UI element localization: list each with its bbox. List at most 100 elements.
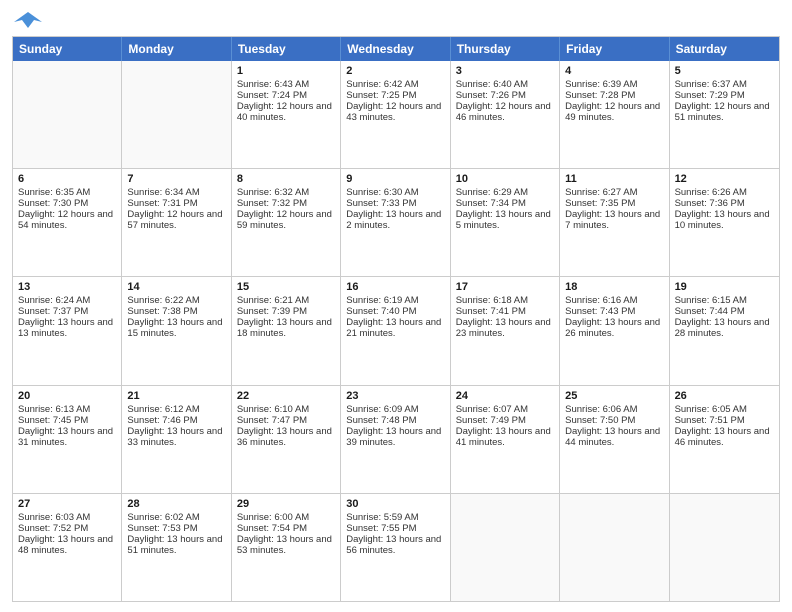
sunset-text: Sunset: 7:34 PM (456, 198, 526, 209)
calendar-cell: 30 Sunrise: 5:59 AM Sunset: 7:55 PM Dayl… (341, 494, 450, 601)
daylight-text: Daylight: 12 hours and 54 minutes. (18, 209, 113, 231)
sunrise-text: Sunrise: 6:03 AM (18, 512, 90, 523)
day-number: 13 (18, 281, 116, 293)
calendar-cell: 9 Sunrise: 6:30 AM Sunset: 7:33 PM Dayli… (341, 169, 450, 276)
sunrise-text: Sunrise: 6:21 AM (237, 295, 309, 306)
calendar-cell: 18 Sunrise: 6:16 AM Sunset: 7:43 PM Dayl… (560, 277, 669, 384)
sunset-text: Sunset: 7:33 PM (346, 198, 416, 209)
sunset-text: Sunset: 7:38 PM (127, 306, 197, 317)
sunrise-text: Sunrise: 5:59 AM (346, 512, 418, 523)
daylight-text: Daylight: 13 hours and 15 minutes. (127, 317, 222, 339)
day-number: 8 (237, 173, 335, 185)
day-number: 28 (127, 498, 225, 510)
sunrise-text: Sunrise: 6:13 AM (18, 404, 90, 415)
calendar-cell: 23 Sunrise: 6:09 AM Sunset: 7:48 PM Dayl… (341, 386, 450, 493)
calendar-header: SundayMondayTuesdayWednesdayThursdayFrid… (13, 37, 779, 61)
day-number: 29 (237, 498, 335, 510)
logo-bird-icon (14, 10, 42, 32)
sunrise-text: Sunrise: 6:19 AM (346, 295, 418, 306)
sunset-text: Sunset: 7:46 PM (127, 415, 197, 426)
sunset-text: Sunset: 7:50 PM (565, 415, 635, 426)
daylight-text: Daylight: 13 hours and 26 minutes. (565, 317, 660, 339)
sunrise-text: Sunrise: 6:07 AM (456, 404, 528, 415)
sunrise-text: Sunrise: 6:43 AM (237, 79, 309, 90)
calendar-cell: 29 Sunrise: 6:00 AM Sunset: 7:54 PM Dayl… (232, 494, 341, 601)
sunset-text: Sunset: 7:37 PM (18, 306, 88, 317)
sunrise-text: Sunrise: 6:05 AM (675, 404, 747, 415)
day-number: 18 (565, 281, 663, 293)
calendar-cell: 25 Sunrise: 6:06 AM Sunset: 7:50 PM Dayl… (560, 386, 669, 493)
daylight-text: Daylight: 13 hours and 2 minutes. (346, 209, 441, 231)
calendar-cell: 12 Sunrise: 6:26 AM Sunset: 7:36 PM Dayl… (670, 169, 779, 276)
sunrise-text: Sunrise: 6:24 AM (18, 295, 90, 306)
sunrise-text: Sunrise: 6:40 AM (456, 79, 528, 90)
daylight-text: Daylight: 13 hours and 33 minutes. (127, 426, 222, 448)
calendar-row: 27 Sunrise: 6:03 AM Sunset: 7:52 PM Dayl… (13, 493, 779, 601)
day-number: 27 (18, 498, 116, 510)
sunset-text: Sunset: 7:45 PM (18, 415, 88, 426)
sunset-text: Sunset: 7:44 PM (675, 306, 745, 317)
daylight-text: Daylight: 13 hours and 53 minutes. (237, 534, 332, 556)
day-number: 26 (675, 390, 774, 402)
calendar-row: 13 Sunrise: 6:24 AM Sunset: 7:37 PM Dayl… (13, 276, 779, 384)
daylight-text: Daylight: 12 hours and 59 minutes. (237, 209, 332, 231)
sunset-text: Sunset: 7:25 PM (346, 90, 416, 101)
sunrise-text: Sunrise: 6:16 AM (565, 295, 637, 306)
calendar-cell: 6 Sunrise: 6:35 AM Sunset: 7:30 PM Dayli… (13, 169, 122, 276)
sunset-text: Sunset: 7:40 PM (346, 306, 416, 317)
day-number: 17 (456, 281, 554, 293)
sunset-text: Sunset: 7:52 PM (18, 523, 88, 534)
sunset-text: Sunset: 7:35 PM (565, 198, 635, 209)
sunrise-text: Sunrise: 6:02 AM (127, 512, 199, 523)
daylight-text: Daylight: 13 hours and 31 minutes. (18, 426, 113, 448)
sunrise-text: Sunrise: 6:18 AM (456, 295, 528, 306)
sunrise-text: Sunrise: 6:37 AM (675, 79, 747, 90)
daylight-text: Daylight: 12 hours and 49 minutes. (565, 101, 660, 123)
calendar-row: 1 Sunrise: 6:43 AM Sunset: 7:24 PM Dayli… (13, 61, 779, 168)
day-number: 9 (346, 173, 444, 185)
calendar-cell: 22 Sunrise: 6:10 AM Sunset: 7:47 PM Dayl… (232, 386, 341, 493)
sunrise-text: Sunrise: 6:06 AM (565, 404, 637, 415)
sunrise-text: Sunrise: 6:27 AM (565, 187, 637, 198)
calendar-cell: 19 Sunrise: 6:15 AM Sunset: 7:44 PM Dayl… (670, 277, 779, 384)
sunrise-text: Sunrise: 6:00 AM (237, 512, 309, 523)
daylight-text: Daylight: 13 hours and 56 minutes. (346, 534, 441, 556)
day-number: 20 (18, 390, 116, 402)
sunrise-text: Sunrise: 6:22 AM (127, 295, 199, 306)
sunrise-text: Sunrise: 6:39 AM (565, 79, 637, 90)
sunset-text: Sunset: 7:26 PM (456, 90, 526, 101)
logo (12, 10, 42, 28)
day-number: 25 (565, 390, 663, 402)
calendar-cell: 8 Sunrise: 6:32 AM Sunset: 7:32 PM Dayli… (232, 169, 341, 276)
daylight-text: Daylight: 13 hours and 48 minutes. (18, 534, 113, 556)
sunset-text: Sunset: 7:36 PM (675, 198, 745, 209)
daylight-text: Daylight: 13 hours and 7 minutes. (565, 209, 660, 231)
day-number: 6 (18, 173, 116, 185)
sunset-text: Sunset: 7:53 PM (127, 523, 197, 534)
calendar-cell (451, 494, 560, 601)
sunrise-text: Sunrise: 6:15 AM (675, 295, 747, 306)
day-number: 7 (127, 173, 225, 185)
sunrise-text: Sunrise: 6:34 AM (127, 187, 199, 198)
day-number: 24 (456, 390, 554, 402)
day-number: 19 (675, 281, 774, 293)
day-number: 30 (346, 498, 444, 510)
daylight-text: Daylight: 13 hours and 39 minutes. (346, 426, 441, 448)
sunset-text: Sunset: 7:48 PM (346, 415, 416, 426)
calendar-cell: 16 Sunrise: 6:19 AM Sunset: 7:40 PM Dayl… (341, 277, 450, 384)
calendar-cell: 10 Sunrise: 6:29 AM Sunset: 7:34 PM Dayl… (451, 169, 560, 276)
sunset-text: Sunset: 7:30 PM (18, 198, 88, 209)
daylight-text: Daylight: 13 hours and 28 minutes. (675, 317, 770, 339)
day-number: 23 (346, 390, 444, 402)
day-number: 3 (456, 65, 554, 77)
day-number: 4 (565, 65, 663, 77)
calendar-cell: 2 Sunrise: 6:42 AM Sunset: 7:25 PM Dayli… (341, 61, 450, 168)
day-number: 14 (127, 281, 225, 293)
daylight-text: Daylight: 12 hours and 51 minutes. (675, 101, 770, 123)
calendar-row: 6 Sunrise: 6:35 AM Sunset: 7:30 PM Dayli… (13, 168, 779, 276)
calendar-header-day: Sunday (13, 37, 122, 61)
calendar-header-day: Friday (560, 37, 669, 61)
calendar: SundayMondayTuesdayWednesdayThursdayFrid… (12, 36, 780, 602)
calendar-cell: 27 Sunrise: 6:03 AM Sunset: 7:52 PM Dayl… (13, 494, 122, 601)
calendar-cell: 1 Sunrise: 6:43 AM Sunset: 7:24 PM Dayli… (232, 61, 341, 168)
